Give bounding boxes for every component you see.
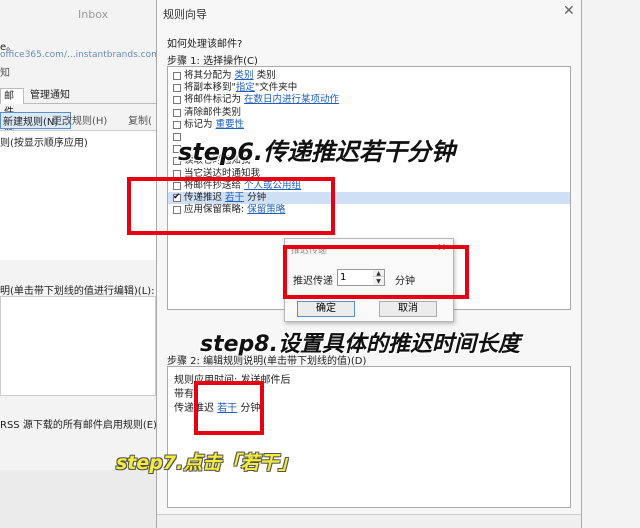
action-item[interactable]: 将邮件标记为 在数日内进行某项动作 bbox=[168, 94, 570, 106]
action-value-link[interactable]: 类别 bbox=[235, 70, 254, 81]
close-icon[interactable]: ✕ bbox=[563, 3, 575, 19]
dialog-title: 规则向导 bbox=[163, 8, 207, 21]
rule-description-box[interactable] bbox=[0, 296, 156, 396]
tab-email-rules[interactable]: 邮件规则 bbox=[0, 88, 24, 150]
action-label: 将邮件标记为 在数日内进行某项动作 bbox=[184, 94, 339, 106]
action-text: 将副本移到" bbox=[184, 82, 236, 94]
action-label: 标记为 重要性 bbox=[184, 119, 244, 131]
action-value-link[interactable]: 指定 bbox=[236, 82, 255, 93]
background-footer bbox=[0, 470, 156, 528]
annotation-box-step7 bbox=[194, 381, 264, 435]
action-text: "文件夹中 bbox=[254, 82, 298, 94]
action-text: 将邮件标记为 bbox=[184, 94, 245, 106]
change-rule-button[interactable]: 更改规则(H) bbox=[52, 112, 107, 127]
action-text: 清除邮件类别 bbox=[184, 106, 242, 118]
action-item[interactable]: 清除邮件类别 bbox=[168, 107, 570, 119]
action-checkbox[interactable] bbox=[173, 108, 181, 117]
action-checkbox[interactable] bbox=[173, 72, 181, 80]
action-text: 标记为 bbox=[184, 118, 216, 130]
window-title: Inbox bbox=[78, 8, 109, 21]
annotation-box-step6 bbox=[127, 177, 335, 235]
action-checkbox[interactable] bbox=[173, 96, 181, 105]
action-checkbox[interactable] bbox=[173, 120, 181, 129]
ok-button[interactable]: 确定 bbox=[297, 301, 355, 317]
annotation-step7: step7.点击「若干」 bbox=[116, 452, 298, 474]
tab-manage-alerts[interactable]: 管理通知 bbox=[27, 88, 73, 104]
action-value-link[interactable]: 在数日内进行某项动作 bbox=[244, 94, 339, 105]
annotation-box-step8 bbox=[283, 245, 469, 299]
action-label: 将其分配为 类别 类别 bbox=[184, 70, 276, 82]
cancel-button[interactable]: 取消 bbox=[379, 301, 437, 317]
rules-tabs: 邮件规则 管理通知 bbox=[0, 88, 160, 150]
action-item[interactable]: 标记为 重要性 bbox=[168, 119, 570, 131]
description-line: 带有 bbox=[174, 389, 194, 400]
annotation-step6: step6.传递推迟若干分钟 bbox=[178, 138, 456, 166]
action-text: 将其分配为 bbox=[184, 70, 235, 81]
rule-list-header: 则(按显示顺序应用) bbox=[0, 138, 88, 149]
background-text-line: 知 bbox=[0, 68, 10, 79]
action-label: 将副本移到"指定"文件夹中 bbox=[184, 82, 297, 94]
rss-rules-checkbox-label[interactable]: RSS 源下载的所有邮件启用规则(E) bbox=[0, 416, 157, 431]
copy-rule-button[interactable]: 复制( bbox=[128, 112, 152, 127]
rules-toolbar: 新建规则(N)... 更改规则(H) 复制( bbox=[0, 110, 160, 129]
action-text: 类别 bbox=[253, 70, 276, 81]
wizard-footer bbox=[157, 514, 581, 528]
account-link[interactable]: office365.com/...instantbrands.com bbox=[0, 50, 160, 60]
action-item[interactable]: 将副本移到"指定"文件夹中 bbox=[168, 82, 570, 94]
action-value-link[interactable]: 重要性 bbox=[216, 119, 245, 130]
wizard-question: 如何处理该邮件? bbox=[167, 39, 243, 50]
step1-label: 步骤 1: 选择操作(C) bbox=[167, 56, 258, 67]
action-checkbox[interactable] bbox=[173, 84, 181, 93]
annotation-step8: step8.设置具体的推迟时间长度 bbox=[200, 332, 520, 357]
rule-description-label: 明(单击带下划线的值进行编辑)(L): bbox=[0, 286, 155, 297]
action-label: 清除邮件类别 bbox=[184, 107, 241, 119]
action-item[interactable]: 将其分配为 类别 类别 bbox=[168, 70, 570, 82]
